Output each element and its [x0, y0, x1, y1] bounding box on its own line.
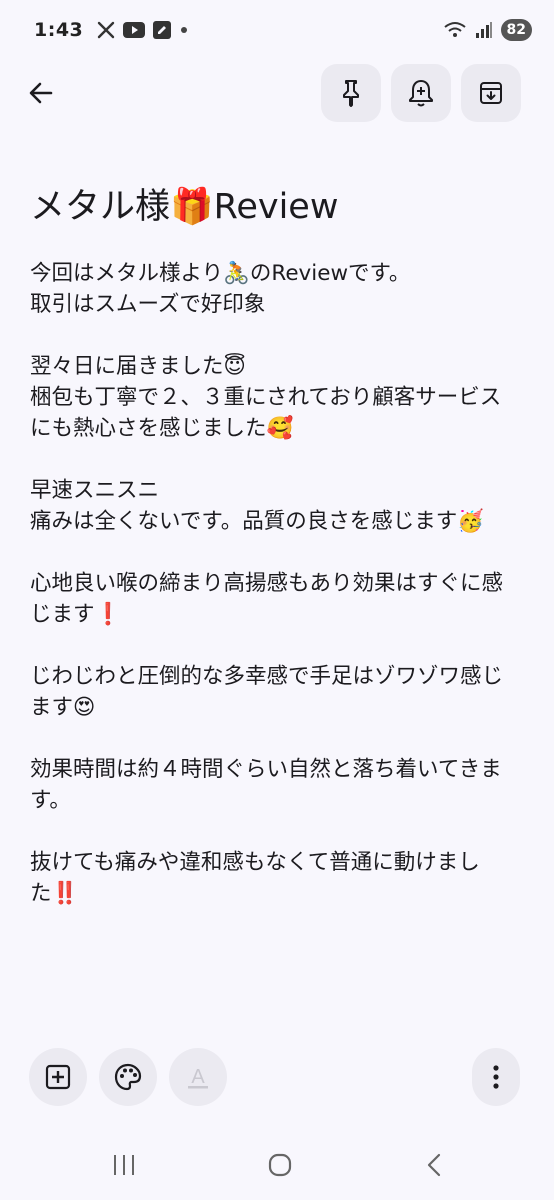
note-line: 抜けても痛みや違和感もなくて普通に動けまし: [30, 850, 480, 875]
text-format-icon: A: [188, 1066, 208, 1089]
recents-button[interactable]: [104, 1149, 144, 1181]
note-line: 早速スニスニ: [30, 478, 160, 503]
note-line: す。: [30, 788, 71, 813]
add-alert-icon: [409, 80, 433, 107]
note-line: た‼️: [30, 881, 79, 906]
edit-icon: [153, 21, 172, 39]
archive-icon: [480, 82, 502, 104]
add-button[interactable]: [29, 1048, 87, 1106]
youtube-icon: [123, 22, 146, 38]
system-nav-bar: [0, 1135, 554, 1195]
more-options-button[interactable]: [472, 1048, 520, 1106]
note-editor-screen: 1:43 82 メタル様🎁Review 今回はメタル様より🚴のReviewです。…: [0, 0, 554, 1200]
format-label: A: [191, 1066, 205, 1088]
signal-icon: [475, 22, 492, 38]
note-line: 今回はメタル様より🚴のReviewです。: [30, 261, 411, 286]
back-button[interactable]: [18, 70, 64, 116]
note-title[interactable]: メタル様🎁Review: [30, 182, 530, 232]
note-line: じわじわと圧倒的な多幸感で手足はゾワゾワ感じ: [30, 664, 504, 689]
text-format-button[interactable]: A: [169, 1048, 227, 1106]
status-time: 1:43: [34, 19, 84, 41]
dot-icon: [181, 27, 188, 33]
note-line: 取引はスムーズで好印象: [30, 292, 266, 317]
note-line: [30, 816, 530, 847]
pin-icon: [343, 80, 359, 107]
nav-back-button[interactable]: [414, 1149, 454, 1181]
bottom-toolbar: A: [0, 1048, 554, 1110]
home-icon: [268, 1153, 292, 1177]
status-bar: 1:43 82: [0, 0, 554, 60]
note-line: [30, 537, 530, 568]
note-line: 効果時間は約４時間ぐらい自然と落ち着いてきま: [30, 757, 502, 782]
palette-icon: [114, 1063, 142, 1091]
note-line: 心地良い喉の締まり高揚感もあり効果はすぐに感: [30, 571, 504, 596]
note-line: 痛みは全くないです。品質の良さを感じます🥳: [30, 509, 484, 534]
nav-back-icon: [427, 1153, 441, 1177]
add-box-icon: [45, 1064, 71, 1090]
home-button[interactable]: [260, 1149, 300, 1181]
note-line: 翌々日に届きました😇: [30, 354, 246, 379]
more-vert-icon: [493, 1065, 499, 1089]
recents-icon: [114, 1155, 134, 1175]
note-line: ます😍: [30, 695, 96, 720]
note-line: [30, 444, 530, 475]
note-line: [30, 320, 530, 351]
notification-icons: [97, 21, 189, 39]
x-icon: [98, 21, 115, 39]
pin-button[interactable]: [321, 64, 381, 122]
note-body[interactable]: 今回はメタル様より🚴のReviewです。 取引はスムーズで好印象 翌々日に届きま…: [30, 258, 530, 909]
system-status-icons: 82: [443, 19, 532, 41]
note-line: [30, 723, 530, 754]
background-color-button[interactable]: [99, 1048, 157, 1106]
top-toolbar: [0, 64, 554, 124]
note-line: [30, 630, 530, 661]
note-line: にも熱心さを感じました🥰: [30, 416, 294, 441]
back-arrow-icon: [29, 82, 53, 104]
battery-indicator: 82: [500, 19, 532, 41]
wifi-icon: [443, 22, 466, 37]
reminder-button[interactable]: [391, 64, 451, 122]
note-line: 梱包も丁寧で２、３重にされており顧客サービス: [30, 385, 502, 410]
note-line: じます❗: [30, 602, 122, 627]
archive-button[interactable]: [461, 64, 521, 122]
